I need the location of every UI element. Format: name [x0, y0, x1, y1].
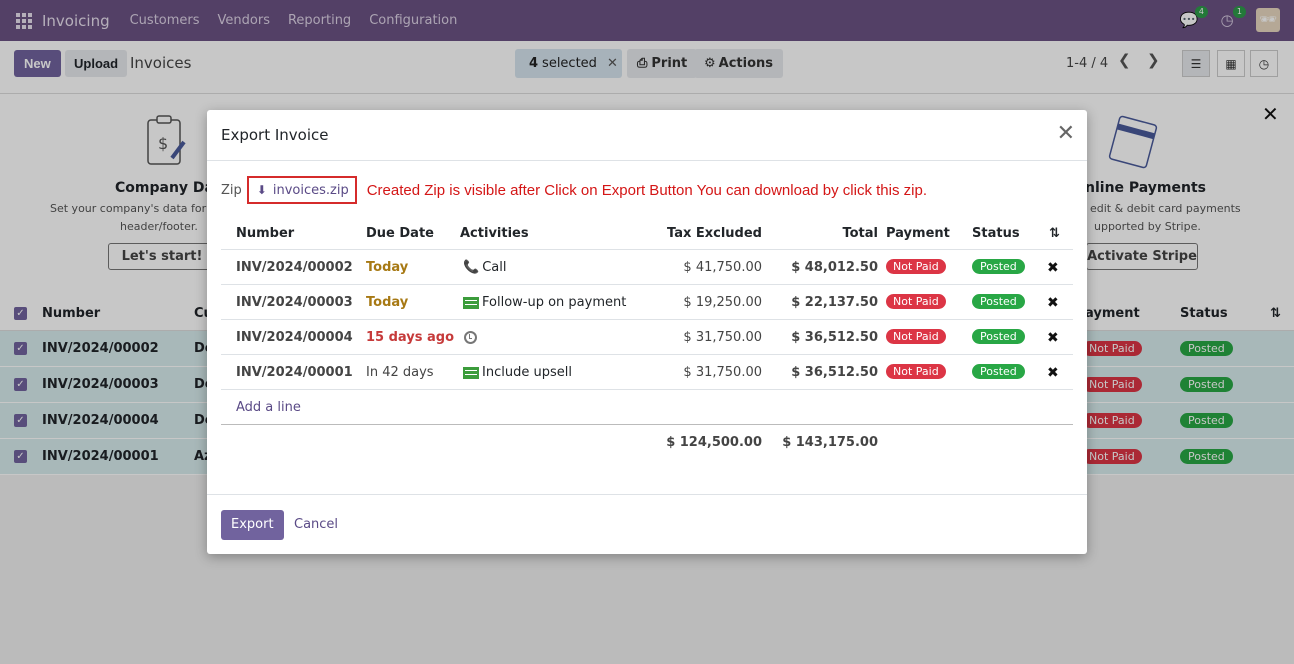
line-activity[interactable]: Follow-up on payment: [463, 295, 626, 310]
dialog-footer: Export Cancel: [207, 494, 1087, 554]
dialog-header: Export Invoice ✕: [207, 110, 1087, 161]
line-activity[interactable]: [464, 330, 477, 345]
line-tax-excluded: $ 31,750.00: [683, 330, 762, 345]
col-due-date: Due Date: [366, 226, 434, 241]
zip-label: Zip: [221, 182, 242, 198]
payment-badge: Not Paid: [886, 329, 946, 344]
export-button[interactable]: Export: [221, 510, 284, 540]
payment-badge: Not Paid: [886, 364, 946, 379]
status-badge: Posted: [972, 364, 1025, 379]
table-row[interactable]: INV/2024/00001 In 42 days Include upsell…: [221, 355, 1073, 390]
delete-line-icon[interactable]: ✖: [1047, 365, 1059, 381]
line-activity[interactable]: 📞 Call: [463, 260, 506, 275]
line-tax-excluded: $ 31,750.00: [683, 365, 762, 380]
line-tax-excluded: $ 41,750.00: [683, 260, 762, 275]
close-dialog-icon[interactable]: ✕: [1057, 123, 1075, 145]
line-due-date: 15 days ago: [366, 330, 455, 345]
zip-filename: invoices.zip: [272, 182, 349, 198]
col-number: Number: [236, 226, 295, 241]
total-total: $ 143,175.00: [782, 435, 878, 450]
todo-icon: [463, 366, 479, 379]
zip-field: Zip ⬇ invoices.zip Created Zip is visibl…: [221, 176, 927, 204]
line-due-date: Today: [366, 260, 409, 275]
table-row[interactable]: INV/2024/00003 Today Follow-up on paymen…: [221, 285, 1073, 320]
payment-badge: Not Paid: [886, 294, 946, 309]
line-due-date: In 42 days: [366, 365, 434, 380]
line-due-date: Today: [366, 295, 409, 310]
add-a-line-link[interactable]: Add a line: [236, 400, 301, 415]
cancel-button[interactable]: Cancel: [294, 517, 338, 532]
status-badge: Posted: [972, 294, 1025, 309]
zip-annotation-note: Created Zip is visible after Click on Ex…: [366, 181, 927, 199]
line-tax-excluded: $ 19,250.00: [683, 295, 762, 310]
download-icon: ⬇: [256, 183, 267, 197]
line-number: INV/2024/00002: [236, 260, 353, 275]
line-activity[interactable]: Include upsell: [463, 365, 572, 380]
line-total: $ 22,137.50: [791, 295, 878, 310]
col-status: Status: [972, 226, 1020, 241]
col-total: Total: [842, 226, 878, 241]
status-badge: Posted: [972, 329, 1025, 344]
line-total: $ 36,512.50: [791, 330, 878, 345]
totals-row: $ 124,500.00 $ 143,175.00: [221, 424, 1073, 458]
dialog-title: Export Invoice: [221, 126, 329, 144]
line-total: $ 48,012.50: [791, 260, 878, 275]
todo-icon: [463, 296, 479, 309]
col-payment: Payment: [886, 226, 950, 241]
delete-line-icon[interactable]: ✖: [1047, 260, 1059, 276]
delete-line-icon[interactable]: ✖: [1047, 295, 1059, 311]
status-badge: Posted: [972, 259, 1025, 274]
activity-label: Include upsell: [482, 365, 572, 380]
col-tax-excluded: Tax Excluded: [667, 226, 762, 241]
delete-line-icon[interactable]: ✖: [1047, 330, 1059, 346]
table-row[interactable]: INV/2024/00004 15 days ago $ 31,750.00 $…: [221, 320, 1073, 355]
zip-download-link[interactable]: ⬇ invoices.zip: [246, 176, 357, 204]
table-row[interactable]: INV/2024/00002 Today 📞 Call $ 41,750.00 $…: [221, 250, 1073, 285]
line-number: INV/2024/00003: [236, 295, 353, 310]
total-tax-excluded: $ 124,500.00: [666, 435, 762, 450]
lines-header: Number Due Date Activities Tax Excluded …: [221, 216, 1073, 250]
export-invoice-dialog: Export Invoice ✕ Zip ⬇ invoices.zip Crea…: [207, 110, 1087, 554]
payment-badge: Not Paid: [886, 259, 946, 274]
add-line-row: Add a line: [221, 390, 1073, 424]
clock-icon: [464, 331, 477, 344]
phone-icon: 📞: [463, 260, 480, 275]
column-settings-icon[interactable]: ⇅: [1049, 226, 1060, 241]
line-total: $ 36,512.50: [791, 365, 878, 380]
export-invoice-lines: Number Due Date Activities Tax Excluded …: [221, 216, 1073, 458]
activity-label: Follow-up on payment: [482, 295, 627, 310]
line-number: INV/2024/00001: [236, 365, 353, 380]
line-number: INV/2024/00004: [236, 330, 353, 345]
activity-label: Call: [482, 260, 507, 275]
col-activities: Activities: [460, 226, 529, 241]
